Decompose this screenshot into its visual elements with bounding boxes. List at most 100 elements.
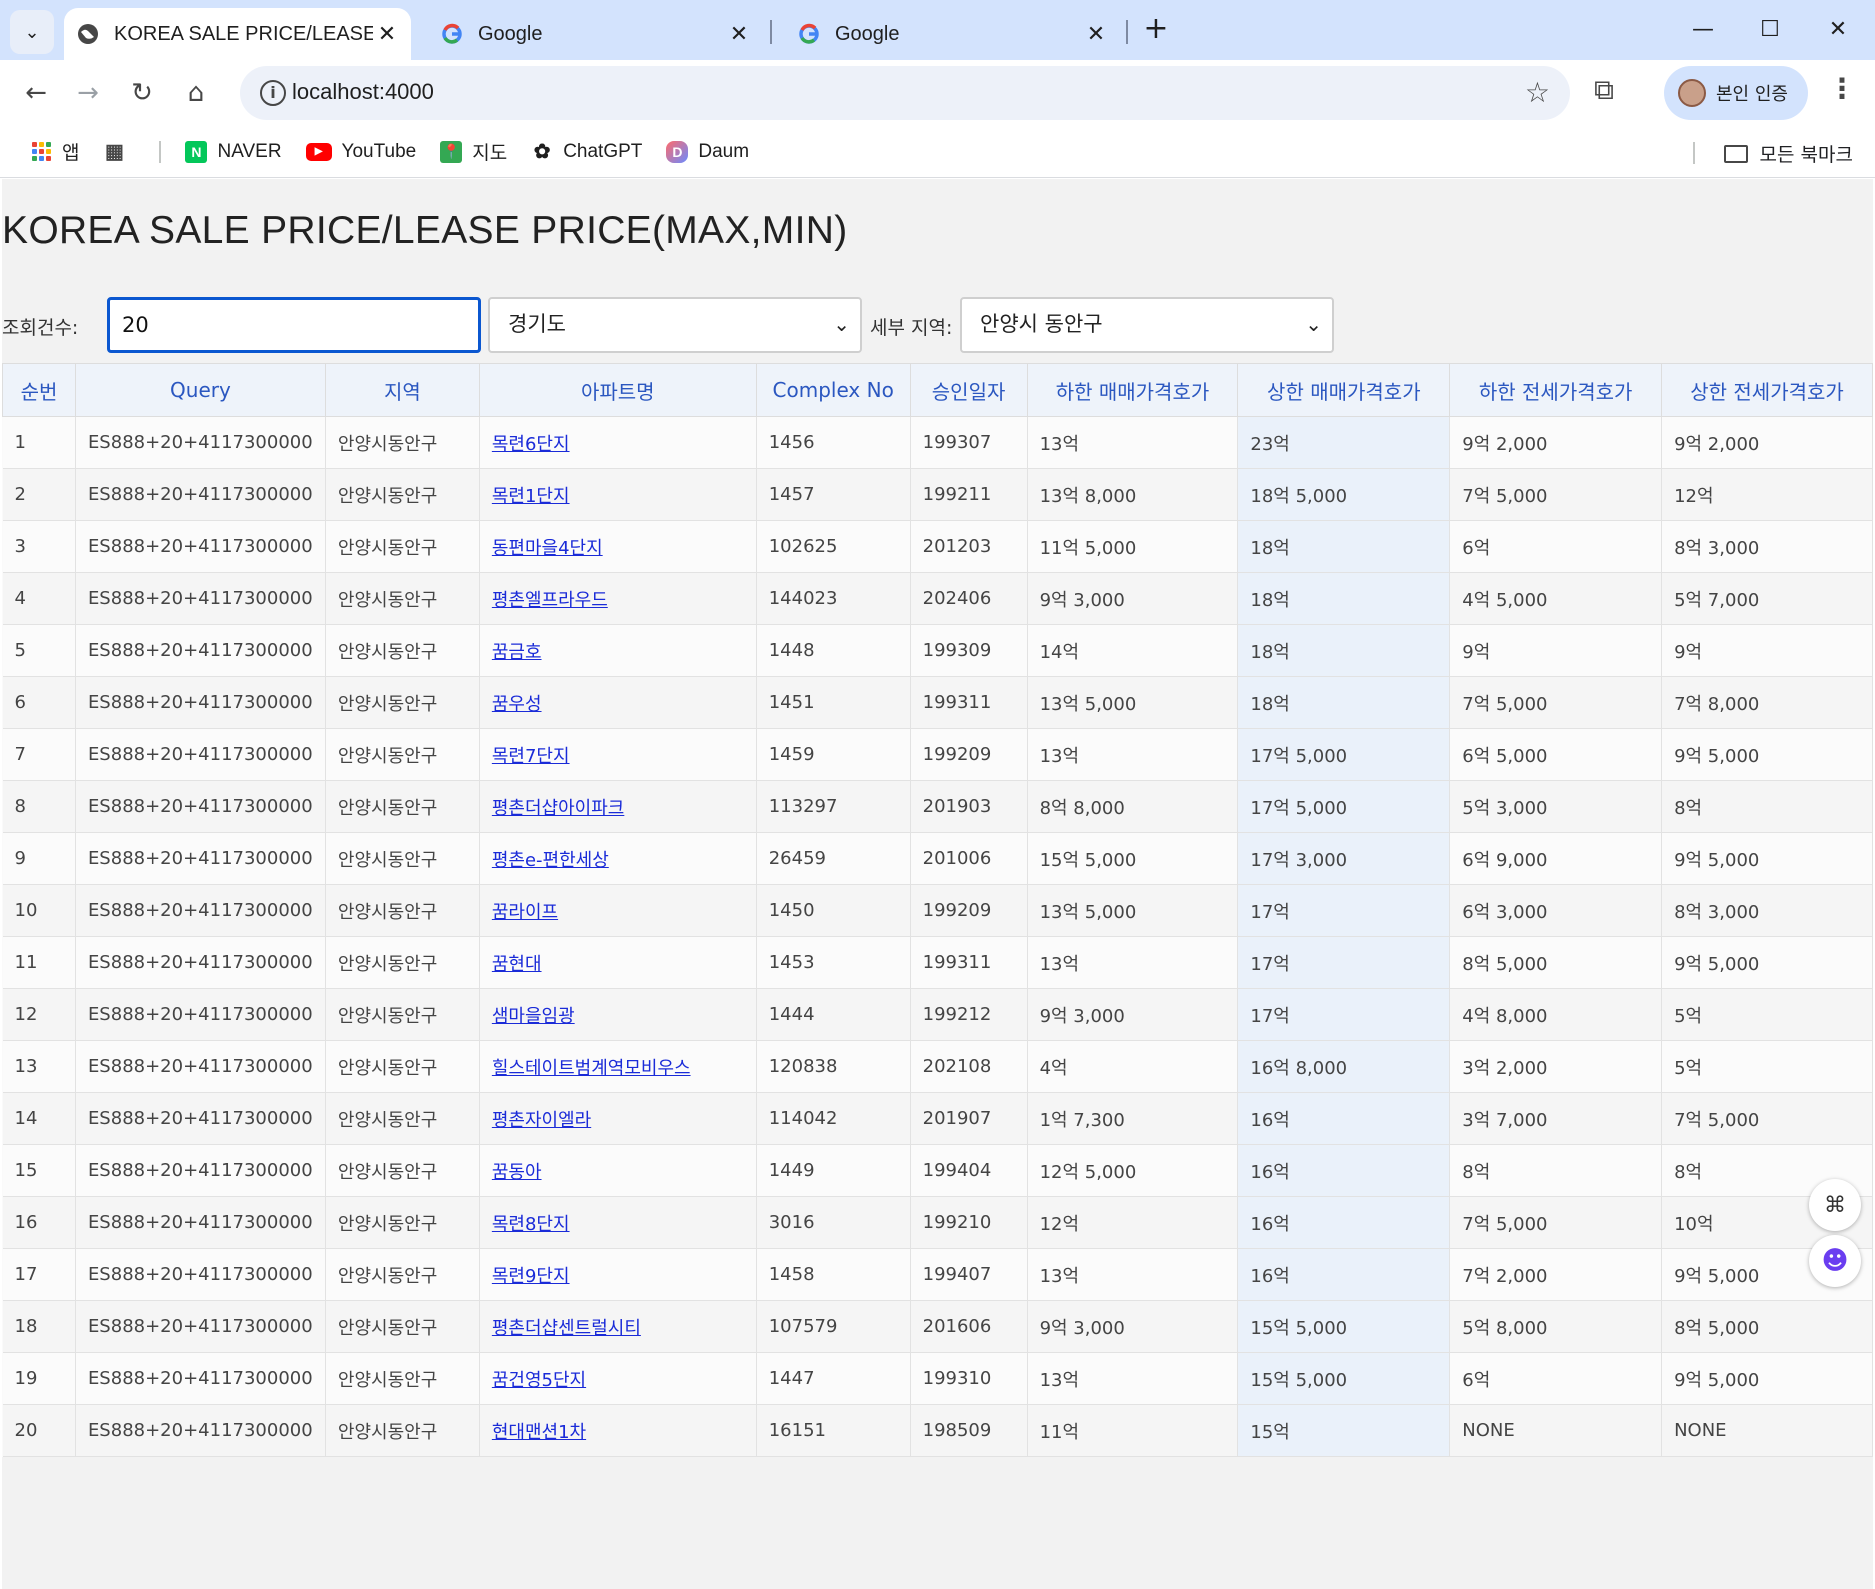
table-cell: ES888+20+4117300000 (75, 624, 326, 677)
price-table: 순번 Query 지역 아파트명 Complex No 승인일자 하한 매매가격호가 상한 매… (2, 363, 1873, 1457)
sub-region-value: 안양시 동안구 (980, 312, 1103, 336)
bookmark-star-icon[interactable]: ☆ (1525, 76, 1550, 109)
apartment-link[interactable]: 꿈건영5단지 (492, 1370, 586, 1391)
table-cell: 9억 5,000 (1661, 832, 1873, 885)
table-cell: 9 (2, 832, 76, 885)
table-cell: 13억 5,000 (1027, 676, 1239, 729)
apartment-link[interactable]: 꿈동아 (492, 1162, 542, 1183)
table-cell: 199407 (910, 1248, 1028, 1301)
table-cell: 13억 (1027, 728, 1239, 781)
table-cell: 6 (2, 676, 76, 729)
table-cell: 201203 (910, 520, 1028, 573)
tab-google-1[interactable]: Google ✕ (428, 8, 763, 60)
tab-active[interactable]: KOREA SALE PRICE/LEASE PRICE ✕ (64, 8, 411, 60)
table-cell: ES888+20+4117300000 (75, 832, 326, 885)
table-cell: 안양시동안구 (325, 1352, 480, 1405)
apartment-link[interactable]: 현대맨션1차 (492, 1422, 586, 1443)
apartment-link[interactable]: 목련6단지 (492, 434, 570, 455)
bookmark-daum[interactable]: D Daum (666, 140, 749, 163)
extensions-icon[interactable]: ⧉ (1594, 73, 1614, 107)
home-icon[interactable]: ⌂ (176, 73, 216, 113)
back-icon[interactable]: ← (16, 73, 56, 113)
apartment-link[interactable]: 평촌자이엘라 (492, 1110, 591, 1131)
command-icon[interactable]: ⌘ (1809, 1179, 1861, 1231)
table-cell: 9억 3,000 (1027, 572, 1239, 625)
table-cell: 안양시동안구 (325, 780, 480, 833)
table-cell: 5억 8,000 (1449, 1300, 1663, 1353)
table-cell: 안양시동안구 (325, 1144, 480, 1197)
table-cell: 안양시동안구 (325, 1196, 480, 1249)
close-window-button[interactable]: ✕ (1808, 10, 1868, 50)
table-cell: 9억 2,000 (1449, 416, 1663, 469)
table-cell: 18억 (1237, 624, 1451, 677)
apartment-link[interactable]: 샘마을임광 (492, 1006, 575, 1027)
table-cell: 16억 (1237, 1196, 1451, 1249)
close-tab-icon[interactable]: ✕ (1082, 22, 1110, 47)
sub-region-select[interactable]: 안양시 동안구 ⌄ (960, 297, 1334, 353)
apartment-link[interactable]: 평촌더샵아이파크 (492, 798, 624, 819)
table-cell: 15억 5,000 (1027, 832, 1239, 885)
url-text[interactable]: localhost:4000 (292, 79, 434, 105)
apartment-link[interactable]: 목련9단지 (492, 1266, 570, 1287)
table-cell: 18억 (1237, 572, 1451, 625)
table-cell: 안양시동안구 (325, 676, 480, 729)
table-cell: 11 (2, 936, 76, 989)
table-cell: 1448 (756, 624, 911, 677)
new-tab-button[interactable]: + (1138, 12, 1174, 48)
forward-icon[interactable]: → (68, 73, 108, 113)
apartment-link[interactable]: 목련8단지 (492, 1214, 570, 1235)
province-select[interactable]: 경기도 ⌄ (488, 297, 862, 353)
count-input[interactable]: 20 (107, 297, 481, 353)
apartment-link[interactable]: 꿈금호 (492, 642, 542, 663)
apartment-link[interactable]: 힐스테이트범계역모비우스 (492, 1058, 691, 1079)
bookmark-youtube[interactable]: ▶ YouTube (305, 141, 416, 163)
chevron-down-icon: ⌄ (833, 312, 850, 336)
table-cell: 10 (2, 884, 76, 937)
apartment-link[interactable]: 평촌엘프라우드 (492, 590, 608, 611)
chevron-down-icon: ⌄ (1305, 312, 1322, 336)
table-cell: 17억 (1237, 884, 1451, 937)
table-cell: 199209 (910, 884, 1028, 937)
table-row: 17 ES888+20+4117300000 안양시동안구 목련9단지 1458 1994… (2, 1248, 1873, 1301)
folder-icon (1723, 144, 1748, 163)
apartment-link[interactable]: 꿈현대 (492, 954, 542, 975)
more-menu-icon[interactable]: ⋮ (1828, 72, 1856, 105)
profile-button[interactable]: 본인 인증 (1664, 66, 1808, 120)
apartment-link[interactable]: 목련7단지 (492, 746, 570, 767)
apartment-link[interactable]: 꿈우성 (492, 694, 542, 715)
apartment-link[interactable]: 동편마을4단지 (492, 538, 603, 559)
table-cell: 4억 5,000 (1449, 572, 1663, 625)
assistant-icon[interactable]: ☻ (1809, 1235, 1861, 1287)
table-cell: ES888+20+4117300000 (75, 1300, 326, 1353)
reload-icon[interactable]: ↻ (122, 73, 162, 113)
apartment-link[interactable]: 꿈라이프 (492, 902, 558, 923)
table-cell: 199211 (910, 468, 1028, 521)
close-tab-icon[interactable]: ✕ (373, 22, 401, 47)
bookmark-chatgpt[interactable]: ✿ ChatGPT (531, 141, 643, 164)
globe-icon (76, 22, 100, 46)
apartment-link[interactable]: 목련1단지 (492, 486, 570, 507)
maximize-button[interactable]: ☐ (1740, 10, 1800, 50)
table-cell: 8억 (1661, 780, 1873, 833)
close-tab-icon[interactable]: ✕ (725, 22, 753, 47)
tab-search-button[interactable]: ⌄ (10, 10, 54, 54)
bookmark-tab-groups[interactable]: ▦ (103, 141, 135, 163)
address-bar[interactable]: i localhost:4000 ☆ (240, 66, 1570, 120)
tab-google-2[interactable]: Google ✕ (785, 8, 1120, 60)
table-row: 19 ES888+20+4117300000 안양시동안구 꿈건영5단지 1447 199… (2, 1352, 1873, 1405)
table-cell: 4억 8,000 (1449, 988, 1663, 1041)
all-bookmarks-button[interactable]: 모든 북마크 (1723, 140, 1853, 167)
apartment-link[interactable]: 평촌더샵센트럴시티 (492, 1318, 641, 1339)
apartment-link[interactable]: 평촌e-편한세상 (492, 850, 609, 871)
bookmark-maps[interactable]: 📍 지도 (440, 138, 507, 165)
table-cell: 꿈라이프 (479, 884, 757, 937)
table-cell: 1457 (756, 468, 911, 521)
google-icon (440, 22, 464, 46)
site-info-icon[interactable]: i (260, 80, 286, 106)
table-cell: 6억 3,000 (1449, 884, 1663, 937)
bookmark-apps[interactable]: 앱 (30, 138, 79, 165)
bookmark-naver[interactable]: N NAVER (185, 140, 282, 163)
minimize-button[interactable]: — (1673, 10, 1733, 50)
tab-divider (770, 20, 772, 44)
table-cell: 11억 5,000 (1027, 520, 1239, 573)
